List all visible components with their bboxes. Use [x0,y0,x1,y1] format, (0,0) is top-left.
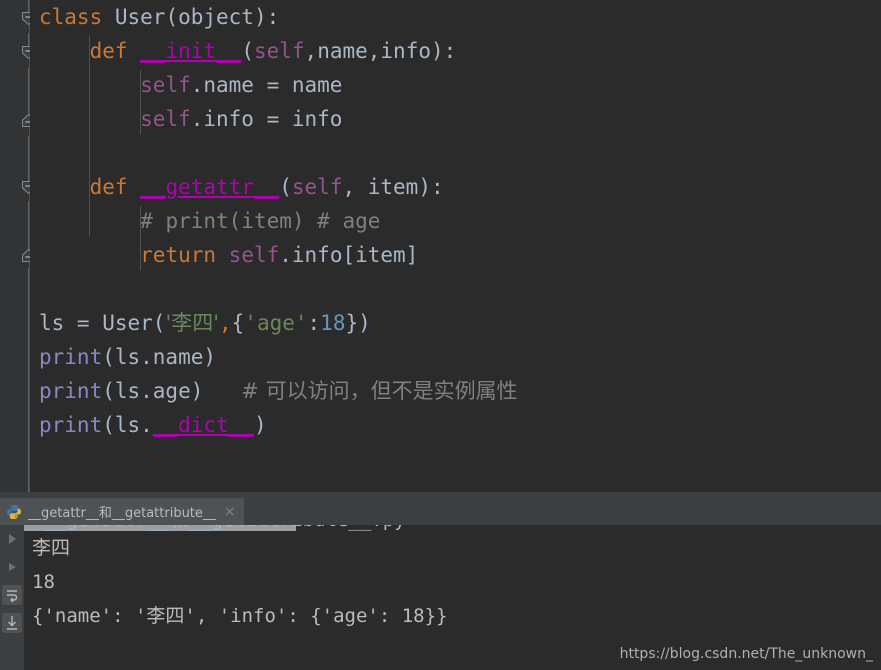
indent-guide [140,70,141,134]
run-tab-label: __getattr__和__getattribute__ [28,506,216,521]
code-line: print(ls.__dict__) [39,408,881,442]
code-line: return self.info[item] [39,238,881,272]
fold-marker-end[interactable] [21,113,30,128]
code-token: object [178,5,254,29]
code-token: }) [345,311,371,335]
code-line: self.info = info [39,102,881,136]
console-wrapper: "__getattr__和__getattribute__.py" 李四 18 {'… [0,525,881,670]
code-token: User [114,5,166,29]
code-token: '李四' [165,311,219,335]
code-token: self [228,243,280,267]
code-token: self [253,39,305,63]
code-token: .info[item] [279,243,419,267]
code-token: 'age' [244,311,308,335]
code-token: self [291,175,343,199]
console-line: 18 [32,571,55,593]
scroll-to-end-icon[interactable] [2,613,22,633]
fold-thread [28,201,29,253]
soft-wrap-icon[interactable] [2,585,22,605]
code-line: self.name = name [39,68,881,102]
code-token: print [39,413,103,437]
code-token: .info = info [190,107,343,131]
fold-marker-expanded[interactable] [21,11,30,26]
console-lines: 李四 18 {'name': '李四', 'info': {'age': 18}} [32,525,881,633]
code-token: __dict__ [152,413,254,437]
code-token: ): [253,5,280,29]
console-line: 李四 [32,537,71,559]
code-token: return [140,243,229,267]
code-token: # 可以访问，但不是实例属性 [241,379,518,403]
console-toolbar[interactable] [0,525,24,670]
code-token: ( [241,39,254,63]
fold-thread [28,268,29,492]
code-token: def [89,39,141,63]
code-token: ( [279,175,292,199]
code-token: 18 [320,311,346,335]
code-line: ls = User('李四',{'age':18}) [39,306,881,340]
code-token: self [140,73,191,97]
close-icon[interactable]: × [222,505,238,519]
code-token: def [89,175,141,199]
watermark-text: https://blog.csdn.net/The_unknown_ [619,646,873,662]
python-icon [6,504,22,520]
code-token: class [39,5,115,29]
stop-icon[interactable] [2,557,22,577]
code-line: print(ls.age) # 可以访问，但不是实例属性 [39,374,881,408]
code-token: , item): [342,175,444,199]
code-token: # print(item) # age [140,209,381,233]
code-token: ls = User( [39,311,166,335]
code-token: (ls.name) [102,345,217,369]
code-token: __init__ [140,39,242,63]
code-token: print [39,379,103,403]
code-token: __getattr__ [140,175,280,199]
run-tab[interactable]: __getattr__和__getattribute__ × [0,498,244,525]
code-line: # print(item) # age [39,204,881,238]
code-line: def __init__(self,name,info): [39,34,881,68]
run-console-output[interactable]: "__getattr__和__getattribute__.py" 李四 18 {'… [24,525,881,670]
code-token: print [39,345,103,369]
editor-gutter[interactable] [0,0,30,492]
code-token: .name = name [190,73,343,97]
run-tab-bar: __getattr__和__getattribute__ × [0,498,881,525]
fold-marker-end[interactable] [21,248,30,263]
code-token: { [231,311,245,335]
console-clipped-line: "__getattr__和__getattribute__.py" [32,525,417,531]
indent-guide [140,206,141,270]
code-line: class User(object): [39,0,881,34]
code-token: : [307,311,321,335]
code-token: self [140,107,191,131]
code-token: (ls. [102,413,153,437]
code-line: print(ls.name) [39,340,881,374]
code-line: def __getattr__(self, item): [39,170,881,204]
code-token: , [218,311,232,335]
code-text-area[interactable]: class User(object): def __init__(self,na… [30,0,881,492]
code-token: ,name,info): [304,39,457,63]
code-lines: class User(object): def __init__(self,na… [39,0,881,442]
rerun-icon[interactable] [2,529,22,549]
code-token: (ls.age) [102,379,242,403]
ide-window: class User(object): def __init__(self,na… [0,0,881,670]
code-token: ) [253,413,267,437]
console-line: {'name': '李四', 'info': {'age': 18}} [32,605,448,627]
fold-thread [28,136,29,186]
fold-marker-expanded[interactable] [21,180,30,195]
code-editor[interactable]: class User(object): def __init__(self,na… [0,0,881,492]
run-tool-window: __getattr__和__getattribute__ × 李四 18 {'n… [0,498,881,670]
indent-guide [89,36,90,236]
code-token: ( [165,5,179,29]
fold-marker-expanded[interactable] [21,45,30,60]
